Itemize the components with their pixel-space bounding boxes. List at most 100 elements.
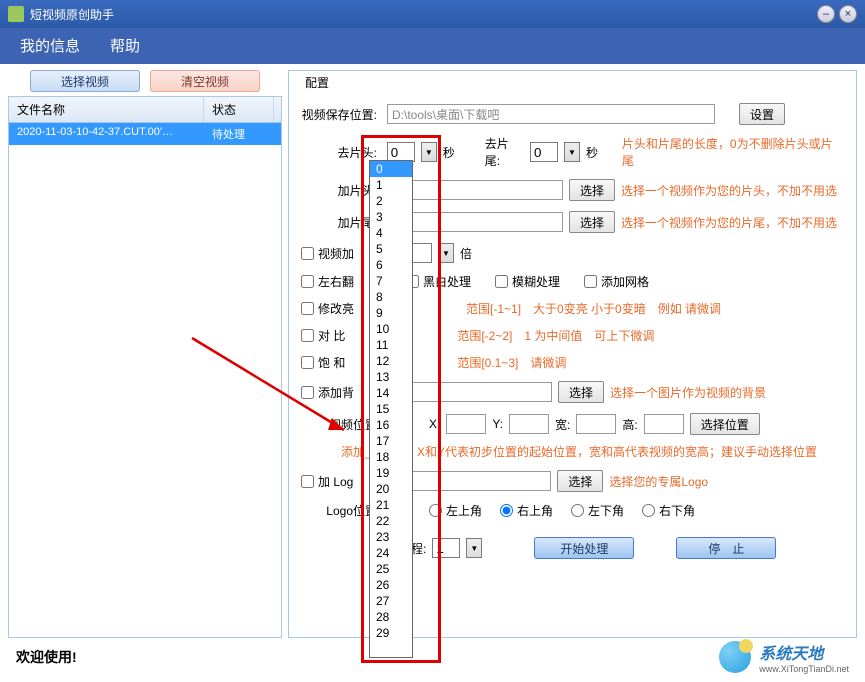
dropdown-option[interactable]: 22 [370,513,412,529]
dropdown-option[interactable]: 17 [370,433,412,449]
grid-checkbox[interactable]: 添加网格 [584,273,649,290]
file-list-header: 文件名称 状态 [9,97,281,123]
footer: 欢迎使用! 系统天地 www.XiTongTianDi.net [0,638,865,676]
threads-dropdown-button[interactable]: ▼ [466,538,482,558]
dropdown-option[interactable]: 14 [370,385,412,401]
dropdown-option[interactable]: 29 [370,625,412,641]
menu-help[interactable]: 帮助 [106,27,144,64]
dropdown-option[interactable]: 19 [370,465,412,481]
pos-select-button[interactable]: 选择位置 [690,413,760,435]
dropdown-option[interactable]: 9 [370,305,412,321]
dropdown-option[interactable]: 7 [370,273,412,289]
threads-input[interactable] [432,538,460,558]
brand: 系统天地 www.XiTongTianDi.net [719,640,849,674]
brightness-hint: 范围[-1~1] 大于0变亮 小于0变暗 例如 请微调 [466,300,721,317]
pos-x-label: X: [429,417,440,431]
logo-hint: 选择您的专属Logo [609,473,708,490]
dropdown-option[interactable]: 24 [370,545,412,561]
dropdown-option[interactable]: 15 [370,401,412,417]
add-head-hint: 选择一个视频作为您的片头，不加不用选 [621,182,837,199]
dropdown-option[interactable]: 26 [370,577,412,593]
bw-checkbox[interactable]: 黑白处理 [406,273,471,290]
bg-select-button[interactable]: 选择 [558,381,604,403]
pos-h-label: 高: [622,416,637,433]
flip-checkbox[interactable]: 左右翻 [301,273,354,290]
dropdown-option[interactable]: 12 [370,353,412,369]
trim-head-dropdown-button[interactable]: ▼ [421,142,437,162]
dropdown-option[interactable]: 20 [370,481,412,497]
dropdown-option[interactable]: 6 [370,257,412,273]
file-row[interactable]: 2020-11-03-10-42-37.CUT.00'… 待处理 [9,123,281,145]
contrast-checkbox[interactable]: 对 比 [301,327,345,344]
trim-tail-input[interactable] [530,142,558,162]
blur-checkbox[interactable]: 模糊处理 [495,273,560,290]
dropdown-option[interactable]: 5 [370,241,412,257]
close-button[interactable]: × [839,5,857,23]
brightness-checkbox[interactable]: 修改亮 [301,300,354,317]
trim-head-dropdown-list[interactable]: 0123456789101112131415161718192021222324… [369,160,413,658]
dropdown-option[interactable]: 0 [370,161,412,177]
bg-input[interactable] [402,382,552,402]
logo-pos-tr[interactable]: 右上角 [500,502,553,519]
logo-pos-radios: 左上角 右上角 左下角 右下角 [429,502,695,519]
dropdown-option[interactable]: 18 [370,449,412,465]
dropdown-option[interactable]: 25 [370,561,412,577]
select-video-button[interactable]: 选择视频 [30,70,140,92]
dropdown-option[interactable]: 11 [370,337,412,353]
stop-process-button[interactable]: 停 止 [676,537,776,559]
add-head-label: 加片头: [301,182,377,199]
dropdown-option[interactable]: 8 [370,289,412,305]
dropdown-option[interactable]: 28 [370,609,412,625]
brand-logo-icon [719,641,751,673]
menu-my-info[interactable]: 我的信息 [16,27,84,64]
trim-head-input[interactable] [387,142,415,162]
trim-tail-dropdown-button[interactable]: ▼ [564,142,580,162]
left-panel: 选择视频 清空视频 文件名称 状态 2020-11-03-10-42-37.CU… [8,70,282,638]
start-process-button[interactable]: 开始处理 [534,537,634,559]
clear-video-button[interactable]: 清空视频 [150,70,260,92]
dropdown-option[interactable]: 2 [370,193,412,209]
config-group-title: 配置 [301,74,333,91]
dropdown-option[interactable]: 21 [370,497,412,513]
save-path-set-button[interactable]: 设置 [739,103,785,125]
welcome-text: 欢迎使用! [16,647,77,667]
col-header-status[interactable]: 状态 [204,97,274,122]
dropdown-option[interactable]: 4 [370,225,412,241]
trim-tail-unit: 秒 [586,144,598,161]
speed-dropdown-button[interactable]: ▼ [438,243,454,263]
bg-checkbox[interactable]: 添加背 [301,384,354,401]
dropdown-option[interactable]: 27 [370,593,412,609]
save-path-input[interactable] [387,104,715,124]
add-head-select-button[interactable]: 选择 [569,179,615,201]
logo-pos-br[interactable]: 右下角 [642,502,695,519]
pos-h-input[interactable] [644,414,684,434]
window-title: 短视频原创助手 [30,6,114,23]
logo-pos-tl[interactable]: 左上角 [429,502,482,519]
dropdown-option[interactable]: 1 [370,177,412,193]
logo-checkbox[interactable]: 加 Log [301,473,353,490]
dropdown-option[interactable]: 16 [370,417,412,433]
dropdown-option[interactable]: 3 [370,209,412,225]
pos-w-input[interactable] [576,414,616,434]
brand-name: 系统天地 [759,640,849,664]
app-logo-icon [8,6,24,22]
logo-input[interactable] [401,471,551,491]
logo-pos-bl[interactable]: 左下角 [571,502,624,519]
add-head-input[interactable] [387,180,563,200]
brand-url: www.XiTongTianDi.net [759,664,849,674]
file-name-cell: 2020-11-03-10-42-37.CUT.00'… [9,123,204,145]
minimize-button[interactable]: – [817,5,835,23]
dropdown-option[interactable]: 23 [370,529,412,545]
pos-y-input[interactable] [509,414,549,434]
dropdown-option[interactable]: 13 [370,369,412,385]
dropdown-option[interactable]: 10 [370,321,412,337]
add-tail-select-button[interactable]: 选择 [569,211,615,233]
saturation-hint: 范围[0.1~3] 请微调 [457,354,566,371]
add-tail-input[interactable] [387,212,563,232]
logo-select-button[interactable]: 选择 [557,470,603,492]
saturation-checkbox[interactable]: 饱 和 [301,354,345,371]
trim-hint: 片头和片尾的长度，0为不删除片头或片尾 [622,135,844,169]
pos-x-input[interactable] [446,414,486,434]
col-header-name[interactable]: 文件名称 [9,97,204,122]
speed-checkbox[interactable]: 视频加 [301,245,354,262]
